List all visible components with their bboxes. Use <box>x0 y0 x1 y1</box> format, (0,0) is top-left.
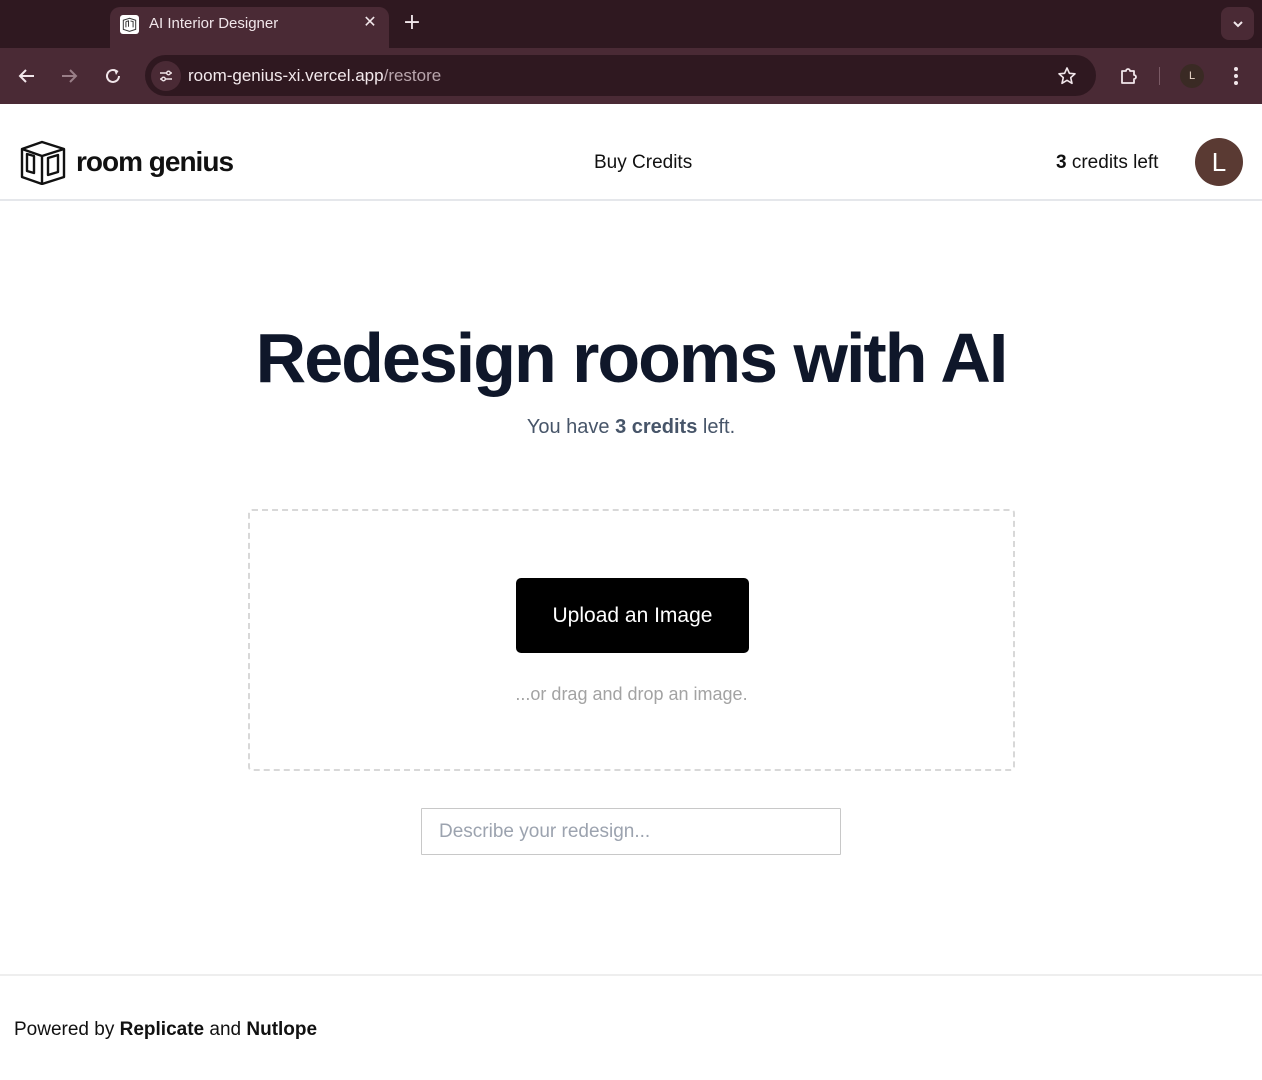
new-tab-icon[interactable]: + <box>400 12 424 36</box>
tab-search-button[interactable] <box>1221 7 1254 40</box>
back-icon[interactable] <box>13 62 41 90</box>
replicate-link[interactable]: Replicate <box>120 1019 204 1040</box>
image-dropzone[interactable]: Upload an Image ...or drag and drop an i… <box>248 509 1015 771</box>
tab-title: AI Interior Designer <box>149 15 279 32</box>
extensions-icon[interactable] <box>1115 62 1143 90</box>
url-text: room-genius-xi.vercel.app/restore <box>188 66 442 85</box>
more-menu-icon[interactable] <box>1224 62 1248 90</box>
drag-drop-hint: ...or drag and drop an image. <box>515 684 748 704</box>
credits-subtitle: You have 3 credits left. <box>526 416 736 438</box>
upload-image-button[interactable]: Upload an Image <box>516 578 749 653</box>
room-logo-icon <box>20 140 66 185</box>
bookmark-star-icon[interactable] <box>1055 64 1079 88</box>
reload-icon[interactable] <box>99 62 127 90</box>
toolbar-divider <box>1159 67 1160 85</box>
browser-tab[interactable]: AI Interior Designer ✕ <box>110 7 389 48</box>
logo-text: room genius <box>76 146 234 177</box>
credits-count: 3 <box>1056 152 1067 173</box>
site-header: room genius Buy Credits 3 credits left L <box>0 104 1262 201</box>
avatar[interactable]: L <box>1195 138 1243 186</box>
chevron-down-icon <box>1232 20 1243 27</box>
forward-icon[interactable] <box>55 62 83 90</box>
buy-credits-link[interactable]: Buy Credits <box>594 152 692 174</box>
browser-toolbar: room-genius-xi.vercel.app/restore L <box>0 48 1262 104</box>
site-info-icon[interactable] <box>151 61 181 91</box>
credits-left-label: 3 credits left <box>1056 152 1159 173</box>
describe-redesign-input[interactable] <box>421 808 841 855</box>
browser-tab-strip: AI Interior Designer ✕ + <box>0 0 1262 48</box>
page-title: Redesign rooms with AI <box>255 319 1009 397</box>
logo-link[interactable]: room genius <box>20 139 234 185</box>
favicon-icon <box>120 15 139 34</box>
site-footer: Powered by Replicate and Nutlope <box>0 974 1262 1080</box>
address-bar[interactable]: room-genius-xi.vercel.app/restore <box>145 55 1096 96</box>
close-icon[interactable]: ✕ <box>360 13 380 33</box>
browser-profile-avatar[interactable]: L <box>1180 64 1204 88</box>
footer-credits: Powered by Replicate and Nutlope <box>14 1019 318 1040</box>
nutlope-link[interactable]: Nutlope <box>246 1019 317 1040</box>
